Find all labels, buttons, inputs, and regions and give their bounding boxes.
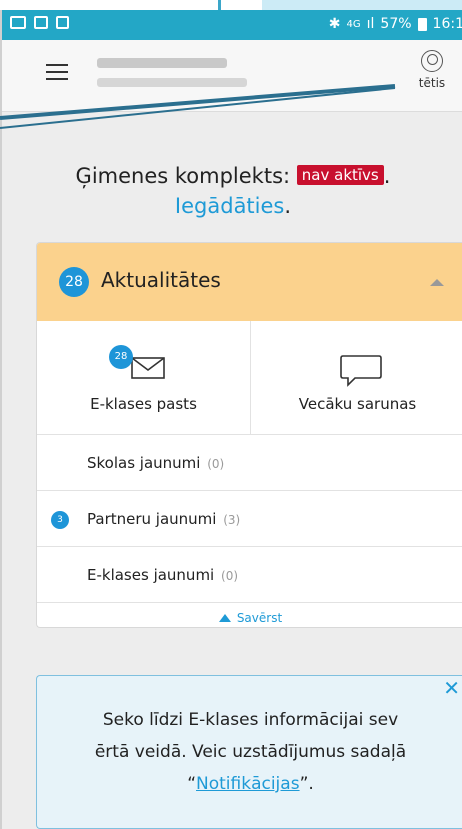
- account-details-redacted: [97, 78, 247, 87]
- user-avatar-icon: [421, 50, 443, 72]
- notice-line-2: ērtā veidā. Veic uzstādījumus sadaļā: [94, 742, 407, 762]
- top-blue-tab: [262, 0, 462, 10]
- chevron-up-icon[interactable]: [430, 279, 444, 286]
- calendar-icon: [56, 16, 69, 29]
- list-item-count: (3): [223, 513, 241, 527]
- battery-icon: [417, 17, 427, 31]
- notice-quote-open: “: [187, 774, 197, 794]
- notice-line-1: Seko līdzi E-klases informācijai sev: [102, 710, 399, 730]
- status-left-icons: [10, 16, 69, 29]
- family-package-period: .: [383, 164, 391, 188]
- profile-button[interactable]: tētis: [410, 50, 454, 90]
- status-bar: ✱ 4G ıl 57% 16:1: [2, 10, 462, 40]
- family-package-line: Ģimenes komplekts: nav aktīvs.: [2, 160, 462, 191]
- screen-icon: [10, 16, 26, 29]
- tile-eklase-mail[interactable]: 28 E-klases pasts: [37, 321, 250, 434]
- collapse-label: Savērst: [236, 611, 283, 625]
- family-package-block: Ģimenes komplekts: nav aktīvs. Iegādātie…: [2, 160, 462, 221]
- list-item-count: (0): [207, 457, 225, 471]
- news-panel: 28 Aktualitātes 28 E-klases pasts Vecāku…: [36, 242, 462, 628]
- notice-quote-close: ”.: [299, 774, 314, 794]
- hamburger-icon[interactable]: [46, 64, 68, 80]
- news-count-badge: 28: [59, 267, 89, 297]
- chat-bubble-icon: [340, 355, 382, 387]
- envelope-icon: [131, 357, 165, 379]
- partner-news-badge: 3: [51, 511, 69, 529]
- notification-notice: ✕ Seko līdzi E-klases informācijai sev ē…: [36, 675, 462, 829]
- notice-text: Seko līdzi E-klases informācijai sev ērt…: [37, 704, 462, 800]
- status-right-icons: ✱ 4G ıl 57% 16:1: [329, 16, 462, 32]
- family-package-label: Ģimenes komplekts:: [75, 164, 291, 188]
- news-panel-header[interactable]: 28 Aktualitātes: [37, 243, 462, 321]
- tile-label: Vecāku sarunas: [298, 395, 417, 413]
- list-item-label: Partneru jaunumi: [87, 510, 217, 528]
- app-header: tētis: [2, 40, 462, 112]
- profile-name: tētis: [418, 76, 446, 90]
- triangle-up-icon: [218, 614, 231, 622]
- status-badge: nav aktīvs: [296, 165, 384, 185]
- account-name-redacted: [97, 58, 227, 68]
- signal-icon: ıl: [366, 16, 375, 32]
- list-item-partner-news[interactable]: 3 Partneru jaunumi (3): [37, 491, 462, 547]
- news-tiles: 28 E-klases pasts Vecāku sarunas: [37, 321, 462, 435]
- bluetooth-icon: ✱: [328, 16, 341, 32]
- network-type-icon: 4G: [346, 18, 361, 30]
- list-item-school-news[interactable]: Skolas jaunumi (0): [37, 435, 462, 491]
- clock: 16:1: [432, 16, 462, 32]
- collapse-button[interactable]: Savērst: [37, 603, 462, 627]
- phone-screen: ✱ 4G ıl 57% 16:1 tētis Ģimenes komplekts…: [0, 10, 462, 829]
- tile-parent-talks[interactable]: Vecāku sarunas: [250, 321, 462, 434]
- list-item-eklase-news[interactable]: E-klases jaunumi (0): [37, 547, 462, 603]
- video-icon: [34, 16, 48, 29]
- list-item-label: E-klases jaunumi: [87, 566, 215, 584]
- purchase-link[interactable]: Iegādāties: [175, 194, 284, 218]
- list-item-count: (0): [221, 569, 239, 583]
- list-item-label: Skolas jaunumi: [87, 454, 201, 472]
- notifications-link[interactable]: Notifikācijas: [196, 774, 300, 794]
- mail-count-badge: 28: [109, 345, 133, 369]
- battery-percent: 57%: [380, 16, 412, 32]
- tile-label: E-klases pasts: [90, 395, 197, 413]
- news-panel-title: Aktualitātes: [101, 268, 221, 292]
- close-icon[interactable]: ✕: [443, 678, 460, 698]
- purchase-link-suffix: .: [284, 194, 292, 218]
